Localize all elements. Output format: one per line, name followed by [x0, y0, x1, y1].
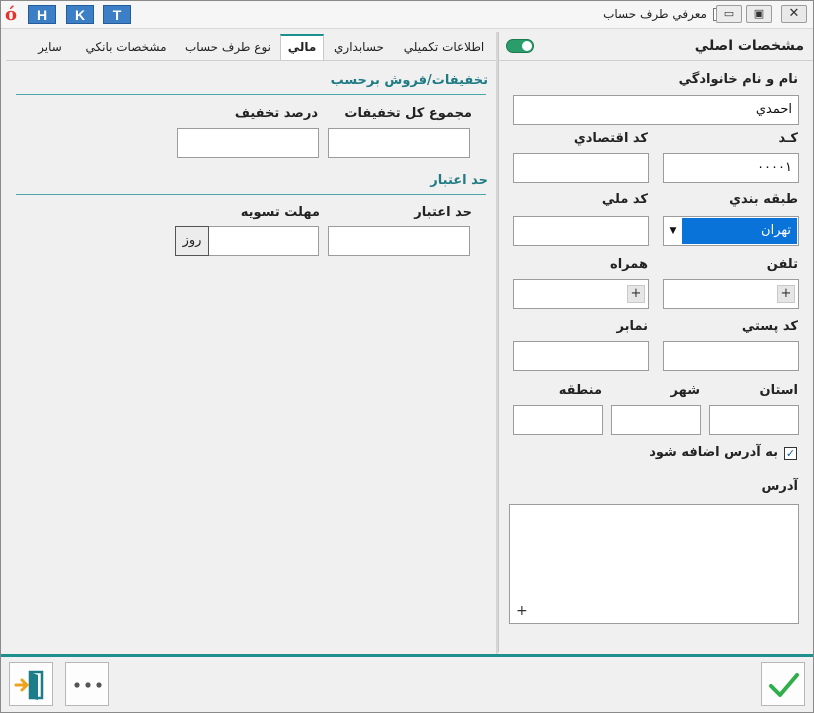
confirm-button[interactable]	[761, 662, 805, 706]
main-info-pane: مشخصات اصلي نام و نام خانوادگي احمدي کـد…	[498, 32, 813, 652]
province-label: استان	[759, 383, 798, 398]
discount-percent-field[interactable]	[177, 128, 319, 158]
region-field[interactable]	[513, 405, 603, 435]
tab-accounting[interactable]: حسابداري	[329, 36, 389, 60]
tab-financial[interactable]: مالي	[280, 34, 324, 60]
app-logo: ó	[5, 4, 18, 25]
discount-percent-label: درصد تخفيف	[234, 106, 318, 121]
fax-label: نمابر	[616, 319, 648, 334]
economic-code-label: کد اقتصادي	[573, 131, 648, 146]
total-discount-label: مجموع کل تخفيفات	[344, 106, 472, 121]
region-label: منطقه	[558, 383, 602, 398]
settlement-unit: روز	[175, 226, 209, 256]
national-code-field[interactable]	[513, 216, 649, 246]
title-bar: ó H K T معرفي طرف حساب ▭ ▣ ✕	[1, 1, 813, 29]
add-phone-icon[interactable]: +	[777, 285, 795, 303]
fullname-label: نام و نام خانوادگي	[678, 72, 798, 87]
add-to-address-label: به آدرس اضافه شود	[649, 445, 778, 460]
minimize-button[interactable]: ▭	[716, 5, 742, 23]
window-title: معرفي طرف حساب	[603, 7, 707, 21]
quick-button-h[interactable]: H	[28, 5, 56, 24]
code-label: کـد	[778, 131, 798, 146]
discount-section-divider	[16, 94, 486, 95]
tab-additional-info[interactable]: اطلاعات تکميلي	[398, 36, 490, 60]
main-info-heading: مشخصات اصلي	[694, 38, 804, 54]
details-pane: اطلاعات تکميلي حسابداري مالي نوع طرف حسا…	[6, 32, 496, 652]
main-info-toggle[interactable]	[506, 39, 534, 53]
category-label: طبقه بندي	[729, 192, 798, 207]
address-label: آدرس	[761, 479, 798, 494]
city-label: شهر	[670, 383, 700, 398]
close-button[interactable]: ✕	[781, 5, 807, 23]
exit-door-icon	[14, 670, 44, 700]
mobile-field[interactable]: +	[513, 279, 649, 309]
tab-other[interactable]: ساير	[32, 36, 68, 60]
fax-field[interactable]	[513, 341, 649, 371]
footer-bar	[1, 654, 813, 712]
quick-button-k[interactable]: K	[66, 5, 94, 24]
chevron-down-icon[interactable]: ▼	[665, 218, 681, 244]
economic-code-field[interactable]	[513, 153, 649, 183]
main-info-divider	[499, 60, 813, 61]
code-field[interactable]: ۰۰۰۰۱	[663, 153, 799, 183]
more-options-button[interactable]	[65, 662, 109, 706]
main-window: ó H K T معرفي طرف حساب ▭ ▣ ✕ اطلاعات تکم…	[0, 0, 814, 713]
national-code-label: کد ملي	[601, 192, 648, 207]
credit-section-title: حد اعتبار	[430, 173, 488, 188]
phone-label: تلفن	[766, 257, 798, 272]
credit-limit-field[interactable]	[328, 226, 470, 256]
phone-field[interactable]: +	[663, 279, 799, 309]
add-address-icon[interactable]: +	[516, 603, 528, 619]
maximize-button[interactable]: ▣	[746, 5, 772, 23]
quick-button-t[interactable]: T	[103, 5, 131, 24]
checkmark-icon	[769, 673, 799, 697]
settlement-days-field[interactable]	[208, 226, 319, 256]
fullname-field[interactable]: احمدي	[513, 95, 799, 125]
postal-code-field[interactable]	[663, 341, 799, 371]
discount-section-title: تخفيفات/فروش برحسب	[330, 73, 488, 88]
total-discount-field[interactable]	[328, 128, 470, 158]
credit-section-divider	[16, 194, 486, 195]
city-field[interactable]	[611, 405, 701, 435]
tab-bank-details[interactable]: مشخصات بانکي	[78, 36, 174, 60]
add-to-address-checkbox[interactable]: ✓	[784, 447, 797, 460]
address-textarea[interactable]: +	[509, 504, 799, 624]
exit-button[interactable]	[9, 662, 53, 706]
tab-bar: اطلاعات تکميلي حسابداري مالي نوع طرف حسا…	[6, 32, 496, 61]
category-select[interactable]: ▼ تهران	[663, 216, 799, 246]
more-dots-icon	[74, 682, 102, 688]
add-mobile-icon[interactable]: +	[627, 285, 645, 303]
category-selected-value: تهران	[682, 218, 797, 244]
mobile-label: همراه	[610, 257, 648, 272]
province-field[interactable]	[709, 405, 799, 435]
tab-party-type[interactable]: نوع طرف حساب	[180, 36, 276, 60]
credit-limit-label: حد اعتبار	[414, 205, 472, 220]
postal-code-label: کد پستي	[741, 319, 798, 334]
settlement-label: مهلت تسويه	[240, 205, 320, 220]
